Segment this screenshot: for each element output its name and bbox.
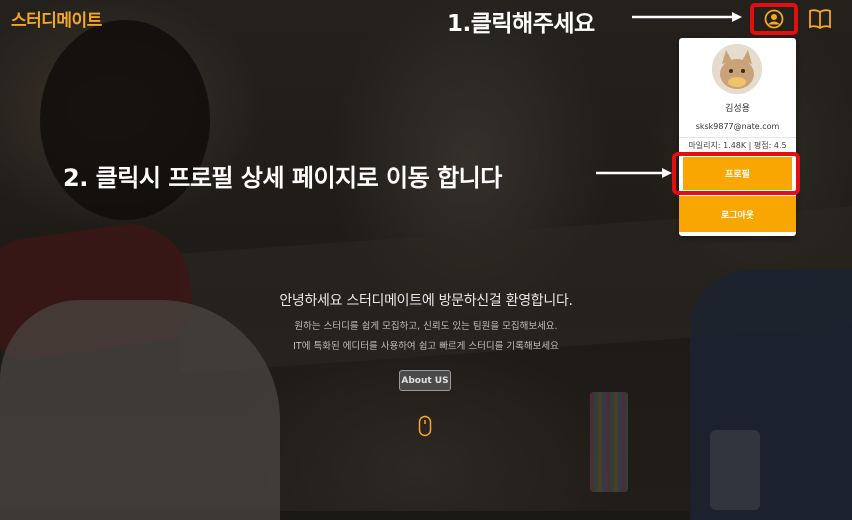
hero-subtitle-1: 원하는 스터디를 쉽게 모집하고, 신뢰도 있는 팀원을 모집해보세요. xyxy=(294,321,558,332)
profile-button[interactable]: 프로필 xyxy=(683,157,792,190)
about-us-button[interactable]: About US xyxy=(399,370,451,391)
profile-email: sksk9877@nate.com xyxy=(695,122,780,131)
hero-subtitle-2: IT에 특화된 에디터를 사용하여 쉽고 빠르게 스터디를 기록해보세요 xyxy=(293,341,559,352)
arrow-right-icon xyxy=(632,12,742,22)
mouse-scroll-icon xyxy=(418,415,432,437)
logout-button[interactable]: 로그아웃 xyxy=(679,196,796,232)
arrow-right-icon xyxy=(596,168,672,178)
avatar xyxy=(712,44,762,94)
cat-avatar-image xyxy=(712,44,762,94)
profile-stats: 마일리지: 1.48K | 평점: 4.5 xyxy=(688,141,787,150)
book-icon[interactable] xyxy=(808,8,832,30)
background-phone xyxy=(710,430,760,510)
background-pencils xyxy=(590,392,628,492)
user-menu-button[interactable] xyxy=(750,3,798,35)
background-shirt xyxy=(0,300,280,520)
divider xyxy=(679,137,796,138)
annotation-step2: 2. 클릭시 프로필 상세 페이지로 이동 합니다 xyxy=(63,164,502,192)
hero-title: 안녕하세요 스터디메이트에 방문하신걸 환영합니다. xyxy=(279,293,573,309)
annotation-step1: 1.클릭해주세요 xyxy=(447,11,595,37)
user-circle-icon xyxy=(764,9,784,29)
profile-username: 김성용 xyxy=(725,104,750,114)
site-logo[interactable]: 스터디메이트 xyxy=(11,6,102,31)
